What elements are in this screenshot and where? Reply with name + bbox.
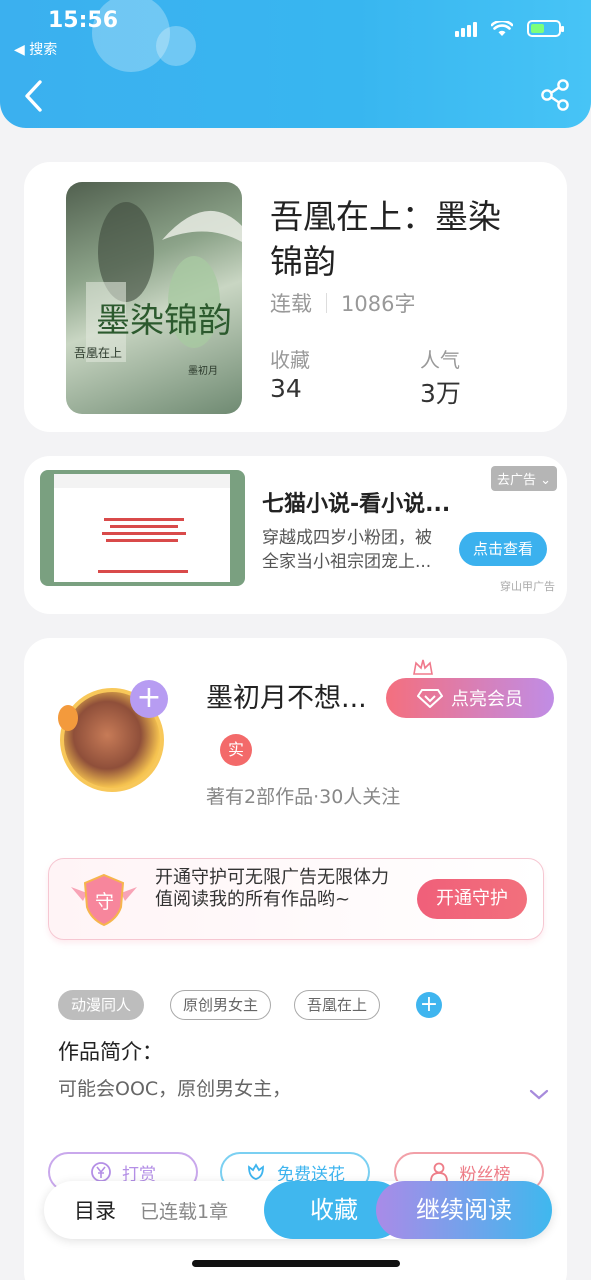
- tag-item[interactable]: 吾凰在上: [294, 990, 381, 1020]
- book-info-card: 墨染锦韵 吾凰在上 墨初月 吾凰在上：墨染锦韵 连载 1086字 收藏 34 人…: [24, 162, 567, 432]
- cover-author: 墨初月: [188, 364, 218, 377]
- header: 15:56 ◀ 搜索: [0, 0, 591, 128]
- open-guard-button[interactable]: 开通守护: [417, 879, 527, 919]
- remove-ad-button[interactable]: 去广告 ⌄: [490, 466, 557, 491]
- back-arrow-icon[interactable]: [18, 76, 50, 116]
- popularity-label: 人气: [420, 348, 460, 372]
- author-stats: 著有2部作品·30人关注: [206, 786, 401, 808]
- collect-value: 34: [270, 374, 302, 403]
- guard-text: 开通守护可无限广告无限体力值阅读我的所有作品哟~: [155, 867, 389, 910]
- vip-member-button[interactable]: 点亮会员: [386, 678, 554, 718]
- book-title: 吾凰在上：墨染锦韵: [270, 197, 501, 281]
- wifi-icon: [491, 20, 513, 36]
- meta-divider: [326, 293, 327, 313]
- chapters-label[interactable]: 已连载1章: [140, 1197, 228, 1224]
- book-cover[interactable]: 墨染锦韵 吾凰在上 墨初月: [66, 182, 242, 414]
- real-name-badge: 实: [220, 734, 252, 766]
- signal-icon: [455, 21, 477, 37]
- diamond-icon: [417, 689, 443, 708]
- intro-text: 可能会OOC，原创男女主，: [58, 1078, 292, 1100]
- cover-illustration: 墨染锦韵 吾凰在上 墨初月: [74, 202, 242, 377]
- status-time: 15:56: [48, 8, 119, 33]
- intro-label: 作品简介：: [58, 1040, 163, 1064]
- ad-title: 七猫小说-看小说...: [262, 492, 451, 517]
- status-back-link[interactable]: ◀ 搜索: [14, 39, 57, 59]
- guard-shield-icon: 守: [71, 873, 137, 927]
- guard-banner: 守 开通守护可无限广告无限体力值阅读我的所有作品哟~ 开通守护: [48, 858, 544, 940]
- tag-item[interactable]: 动漫同人: [58, 990, 145, 1020]
- battery-icon: [527, 20, 564, 37]
- status-icons: [455, 20, 564, 37]
- expand-chevron-icon[interactable]: [528, 1088, 550, 1102]
- continue-reading-button[interactable]: 继续阅读: [376, 1181, 552, 1239]
- popularity-value: 3万: [420, 379, 461, 408]
- book-word-count: 1086字: [341, 292, 416, 316]
- guard-shield-label: 守: [95, 891, 114, 913]
- ad-thumbnail[interactable]: [40, 470, 245, 586]
- cover-title: 墨染锦韵: [96, 301, 232, 341]
- share-icon[interactable]: [539, 78, 571, 112]
- vip-member-label: 点亮会员: [451, 689, 523, 710]
- crown-icon: [413, 659, 433, 675]
- ad-description: 穿越成四岁小粉团，被全家当小祖宗团宠上...: [262, 528, 432, 572]
- avatar-frame-decoration: [58, 705, 78, 731]
- collect-label: 收藏: [270, 348, 310, 372]
- ad-cta-button[interactable]: 点击查看: [459, 532, 547, 566]
- add-tag-icon[interactable]: +: [416, 992, 442, 1018]
- book-status: 连载: [270, 292, 312, 316]
- decorative-bubble: [156, 26, 196, 66]
- follow-plus-icon[interactable]: +: [130, 680, 168, 718]
- user-icon: [429, 1162, 448, 1182]
- ad-card[interactable]: 七猫小说-看小说... 穿越成四岁小粉团，被全家当小祖宗团宠上... 去广告 ⌄…: [24, 456, 567, 614]
- tag-item[interactable]: 原创男女主: [170, 990, 272, 1020]
- ad-thumbnail-page: [54, 474, 230, 582]
- remove-ad-label: 去广告: [496, 473, 536, 488]
- author-name[interactable]: 墨初月不想...: [206, 676, 367, 715]
- chevron-down-icon: ⌄: [540, 473, 551, 488]
- ad-source: 穿山甲广告: [500, 580, 555, 593]
- flower-icon: [248, 1163, 264, 1180]
- book-meta: 连载 1086字: [270, 288, 415, 318]
- coin-icon: [91, 1162, 111, 1182]
- bottom-action-bar: 目录 已连载1章 收藏 继续阅读: [44, 1181, 552, 1239]
- home-indicator: [192, 1260, 400, 1267]
- cover-subtitle: 吾凰在上: [74, 346, 122, 360]
- toc-button[interactable]: 目录: [74, 1195, 116, 1225]
